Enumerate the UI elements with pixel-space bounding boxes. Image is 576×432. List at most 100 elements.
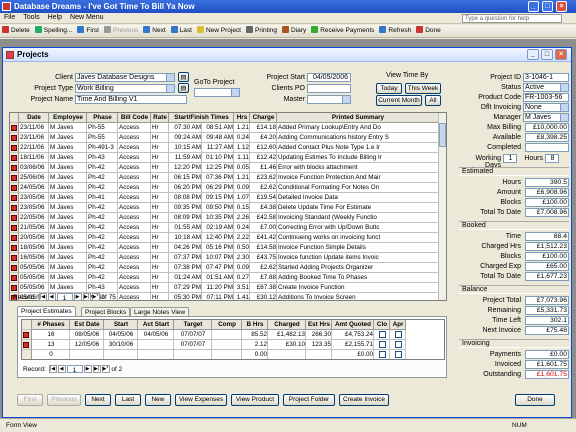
table-cell[interactable]: Ph-42 [87, 233, 118, 243]
table-cell[interactable]: 0.27 [234, 273, 250, 283]
column-header[interactable]: Clo [374, 320, 390, 330]
row-selector[interactable] [10, 263, 19, 273]
table-row[interactable]: 03/06/06 M Javes Ph-42 Access Hr 12:20 PM 12:2… [10, 163, 439, 173]
table-cell[interactable]: £14.58 [250, 243, 277, 253]
approved-checkbox[interactable] [394, 331, 402, 338]
table-cell[interactable]: Ph-42 [87, 203, 118, 213]
toolbar-first-button[interactable]: First [75, 25, 102, 37]
row-selector[interactable] [22, 350, 32, 359]
table-cell[interactable]: Hr [151, 133, 169, 143]
table-cell[interactable]: Hr [151, 213, 169, 223]
table-cell[interactable]: 01:55 AM [169, 223, 202, 233]
table-row[interactable]: 18/05/06 M Javes Ph-42 Access Hr 04:26 PM 05:1… [10, 243, 439, 253]
table-cell[interactable]: 04:26 PM [169, 243, 202, 253]
table-cell[interactable]: £1,482.13 [268, 330, 306, 340]
table-cell[interactable]: 24/05/06 [19, 183, 49, 193]
table-cell[interactable]: Access [118, 233, 151, 243]
table-cell[interactable]: 07:36 PM [202, 173, 234, 183]
table-cell[interactable]: 1.41 [234, 293, 250, 300]
table-cell[interactable]: Ph-42 [87, 243, 118, 253]
table-cell[interactable] [104, 350, 138, 359]
window-maximize-button[interactable]: □ [541, 49, 553, 60]
table-row[interactable]: 23/05/06 M Javes Ph-41 Access Hr 08:08 PM 09:1… [10, 193, 439, 203]
table-cell[interactable]: Hr [151, 143, 169, 153]
column-header[interactable]: Apr [390, 320, 406, 330]
column-header[interactable]: Est Date [70, 320, 104, 330]
view-expenses-button[interactable]: View Expenses [175, 394, 227, 406]
nav-first-icon[interactable]: |◀ [38, 293, 47, 302]
closed-checkbox[interactable] [378, 331, 386, 338]
window-minimize-button[interactable]: _ [527, 49, 539, 60]
product-code-field[interactable]: FR-1003-56 [523, 93, 569, 102]
table-cell[interactable]: Adding Booked Time To Phases [277, 273, 439, 283]
table-cell[interactable]: 02:19 AM [202, 223, 234, 233]
max-billing-field[interactable]: £10,000.00 [525, 123, 569, 132]
window-close-button[interactable]: × [555, 49, 567, 60]
table-cell[interactable] [70, 350, 104, 359]
column-header[interactable]: Hrs [234, 113, 250, 123]
table-cell[interactable]: Access [118, 273, 151, 283]
edit-entry-icon[interactable] [11, 165, 17, 171]
table-cell[interactable]: Ph-42 [87, 163, 118, 173]
table-cell[interactable]: 20/05/06 [19, 233, 49, 243]
table-row[interactable]: 25/06/06 M Javes Ph-42 Access Hr 06:15 PM 07:3… [10, 173, 439, 183]
edit-entry-icon[interactable] [11, 155, 17, 161]
table-cell[interactable]: £4,753.24 [332, 330, 374, 340]
maximize-button[interactable]: □ [542, 1, 553, 12]
table-cell[interactable]: M Javes [49, 183, 87, 193]
manager-select[interactable]: M Javes [523, 113, 569, 122]
table-cell[interactable]: M Javes [49, 173, 87, 183]
table-cell[interactable]: £7.88 [250, 273, 277, 283]
table-cell[interactable]: 10:15 AM [169, 143, 202, 153]
row-selector[interactable] [10, 283, 19, 293]
table-cell[interactable]: 21/05/06 [19, 223, 49, 233]
table-cell[interactable]: Access [118, 163, 151, 173]
table-cell[interactable]: 08/05/06 [70, 330, 104, 340]
last-button[interactable]: Last [115, 394, 141, 406]
closed-checkbox[interactable] [378, 341, 386, 348]
table-cell[interactable]: 23/11/06 [19, 123, 49, 133]
project-folder-button[interactable]: Project Folder [283, 394, 335, 406]
table-cell[interactable]: 16 [32, 330, 70, 340]
table-cell[interactable]: Ph-42 [87, 173, 118, 183]
table-cell[interactable]: Access [118, 173, 151, 183]
scrollbar-thumb[interactable] [439, 123, 446, 147]
row-selector[interactable] [10, 243, 19, 253]
table-cell[interactable]: £30.10 [268, 340, 306, 350]
table-cell[interactable]: 16/05/06 [19, 253, 49, 263]
table-cell[interactable]: £1.46 [250, 163, 277, 173]
table-row[interactable]: 13 12/05/06 30/10/06 07/07/07 2.12 £30.10 123.… [22, 340, 444, 350]
row-selector[interactable] [10, 173, 19, 183]
edit-entry-icon[interactable] [11, 125, 17, 131]
table-cell[interactable]: Hr [151, 243, 169, 253]
toolbar-last-button[interactable]: Last [169, 25, 195, 37]
table-cell[interactable]: 11:59 AM [169, 153, 202, 163]
row-selector[interactable] [10, 143, 19, 153]
toolbar-new-project-button[interactable]: New Project [195, 25, 244, 37]
table-cell[interactable]: £23.62 [250, 173, 277, 183]
table-cell[interactable]: 23/11/06 [19, 133, 49, 143]
edit-entry-icon[interactable] [11, 195, 17, 201]
status-select[interactable]: Active [523, 83, 569, 92]
table-cell[interactable]: £12.60 [250, 143, 277, 153]
table-cell[interactable]: Ph-42 [87, 213, 118, 223]
table-cell[interactable]: 23/05/06 [19, 203, 49, 213]
edit-entry-icon[interactable] [11, 245, 17, 251]
column-header[interactable]: Target [174, 320, 212, 330]
table-cell[interactable]: 06:20 PM [169, 183, 202, 193]
table-cell[interactable]: Hr [151, 163, 169, 173]
table-row[interactable]: 16/05/06 M Javes Ph-42 Access Hr 07:37 PM 10:0… [10, 253, 439, 263]
table-cell[interactable]: 2.22 [234, 233, 250, 243]
edit-entry-icon[interactable] [11, 185, 17, 191]
column-header[interactable]: Start [104, 320, 138, 330]
table-row[interactable]: 22/05/06 M Javes Ph-42 Access Hr 08:09 PM 10:3… [10, 213, 439, 223]
table-cell[interactable]: Access [118, 213, 151, 223]
column-header[interactable]: Comp [212, 320, 242, 330]
nav-new-icon[interactable]: ▶* [91, 293, 100, 302]
toolbar-payments-button[interactable]: Receive Payments [309, 25, 377, 37]
row-selector[interactable] [10, 213, 19, 223]
row-selector[interactable] [10, 203, 19, 213]
table-cell[interactable]: Access [118, 263, 151, 273]
close-button[interactable]: × [556, 1, 567, 12]
next-button[interactable]: Next [85, 394, 111, 406]
